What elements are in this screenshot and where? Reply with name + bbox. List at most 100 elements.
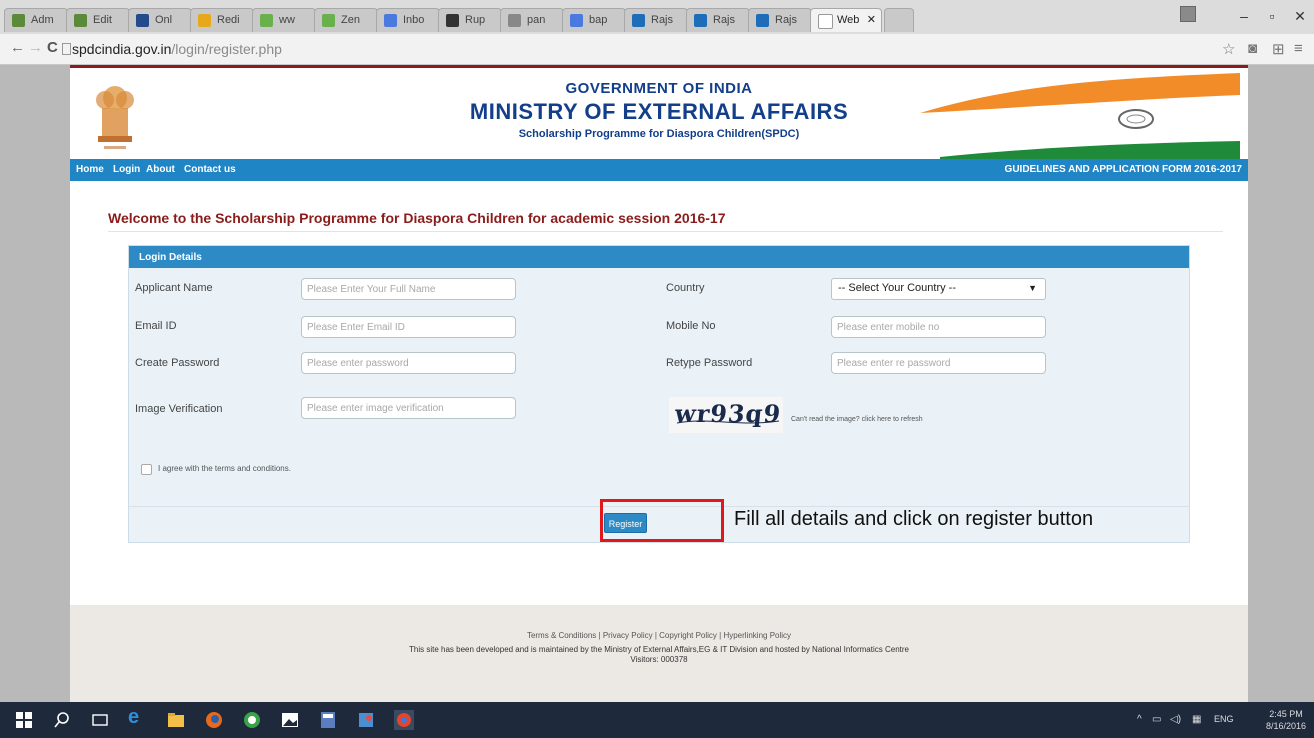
paint-icon[interactable] [356,710,376,730]
windows-start-icon[interactable] [14,710,34,730]
page-viewport: GOVERNMENT OF INDIA MINISTRY OF EXTERNAL… [0,65,1314,702]
url-field[interactable]: spdcindia.gov.in/login/register.php [72,41,282,57]
main-nav: Home Login About Contact us GUIDELINES A… [70,159,1248,181]
tab-favicon-icon [632,14,645,27]
email-label: Email ID [135,320,177,332]
tab-favicon-icon [446,14,459,27]
page-favicon-icon [818,14,833,29]
footer-policy-links[interactable]: Terms & Conditions | Privacy Policy | Co… [70,631,1248,640]
form-header: Login Details [129,246,1189,268]
tab-favicon-icon [508,14,521,27]
tab-favicon-icon [198,14,211,27]
browser-tab[interactable]: Rajs [748,8,812,32]
extension-icon[interactable]: ⊞ [1272,40,1285,58]
photos-icon[interactable] [280,710,300,730]
tab-favicon-icon [136,14,149,27]
firefox-icon[interactable] [204,710,224,730]
chrome-icon[interactable] [394,710,414,730]
applicant-name-input[interactable] [301,278,516,300]
tricolor-flag-graphic [910,73,1240,161]
browser-tab[interactable]: Zen [314,8,378,32]
dropdown-arrow-icon: ▼ [1028,283,1037,293]
instruction-annotation: Fill all details and click on register b… [734,508,1094,530]
keyboard-icon[interactable]: ▦ [1192,714,1201,725]
tab-close-icon[interactable]: ✕ [867,13,876,26]
nav-guidelines-link[interactable]: GUIDELINES AND APPLICATION FORM 2016-201… [1005,164,1242,175]
task-view-icon[interactable] [90,710,110,730]
tab-favicon-icon [260,14,273,27]
welcome-divider [108,231,1223,232]
nav-home[interactable]: Home [76,164,104,175]
browser-tab[interactable]: Rup [438,8,502,32]
captcha-noise-line [676,420,780,424]
welcome-heading: Welcome to the Scholarship Programme for… [108,210,726,226]
visitor-counter: Visitors: 000378 [630,655,688,664]
browser-tab[interactable]: Rajs [686,8,750,32]
browser-tab[interactable]: Inbo [376,8,440,32]
site-container: GOVERNMENT OF INDIA MINISTRY OF EXTERNAL… [70,65,1248,702]
mobile-input[interactable] [831,316,1046,338]
menu-icon[interactable]: ≡ [1294,40,1303,57]
password-label: Create Password [135,357,220,369]
minimize-icon[interactable]: – [1232,8,1256,24]
country-select[interactable]: -- Select Your Country -- ▼ [831,278,1046,300]
network-icon[interactable]: ▭ [1152,714,1161,725]
page-document-icon [62,43,71,55]
browser-tab-bar: Adm Edit Onl Redi ww Zen Inbo Rup pan ba… [0,0,1314,34]
captcha-refresh-link[interactable]: Can't read the image? click here to refr… [791,416,923,423]
register-highlight-box [600,499,724,542]
close-window-icon[interactable]: ✕ [1288,8,1312,25]
browser-tab[interactable]: Onl [128,8,192,32]
tab-favicon-icon [694,14,707,27]
tab-favicon-icon [12,14,25,27]
browser-tab[interactable]: pan [500,8,564,32]
tab-favicon-icon [384,14,397,27]
tab-favicon-icon [74,14,87,27]
mobile-label: Mobile No [666,320,716,332]
reload-icon[interactable]: C [47,39,58,56]
email-input[interactable] [301,316,516,338]
captcha-image: wr93q9 [669,397,783,433]
browser-tab[interactable]: Redi [190,8,254,32]
applicant-name-label: Applicant Name [135,282,213,294]
terms-checkbox[interactable] [141,464,152,475]
windows-taskbar: e ^ ▭ ◁) ▦ ENG 2:45 PM 8/16/2016 [0,702,1314,738]
forward-arrow-icon[interactable]: → [28,39,43,56]
calculator-icon[interactable] [318,710,338,730]
browser-tab[interactable]: Adm [4,8,68,32]
language-indicator[interactable]: ENG [1214,714,1234,724]
footer: Terms & Conditions | Privacy Policy | Co… [70,605,1248,702]
app-circle-icon[interactable] [242,710,262,730]
nav-about[interactable]: About [146,164,175,175]
search-icon[interactable] [52,710,72,730]
file-explorer-icon[interactable] [166,710,186,730]
terms-label: I agree with the terms and conditions. [158,464,291,473]
edge-browser-icon[interactable]: e [128,706,148,728]
bookmark-star-icon[interactable]: ☆ [1222,40,1235,58]
system-clock[interactable]: 2:45 PM 8/16/2016 [1266,708,1306,732]
footer-credits: This site has been developed and is main… [409,645,909,654]
user-profile-icon[interactable] [1180,6,1196,22]
new-tab-button[interactable] [884,8,914,32]
browser-tab[interactable]: bap [562,8,626,32]
password-input[interactable] [301,352,516,374]
browser-tab[interactable]: Edit [66,8,130,32]
back-arrow-icon[interactable]: ← [10,39,25,56]
nav-login[interactable]: Login [113,164,140,175]
tab-favicon-icon [322,14,335,27]
maximize-icon[interactable]: ▫ [1260,8,1284,24]
browser-tab-active[interactable]: Web ✕ [810,8,882,32]
retype-password-input[interactable] [831,352,1046,374]
address-bar: ← → C spdcindia.gov.in/login/register.ph… [0,34,1314,65]
volume-icon[interactable]: ◁) [1170,714,1181,725]
country-label: Country [666,282,705,294]
tab-favicon-icon [570,14,583,27]
extension-camera-icon[interactable]: ◙ [1248,40,1257,57]
browser-tab[interactable]: Rajs [624,8,688,32]
tray-chevron-icon[interactable]: ^ [1137,714,1142,725]
image-verification-input[interactable] [301,397,516,419]
tab-favicon-icon [756,14,769,27]
nav-contact[interactable]: Contact us [184,164,236,175]
retype-password-label: Retype Password [666,357,753,369]
browser-tab[interactable]: ww [252,8,316,32]
